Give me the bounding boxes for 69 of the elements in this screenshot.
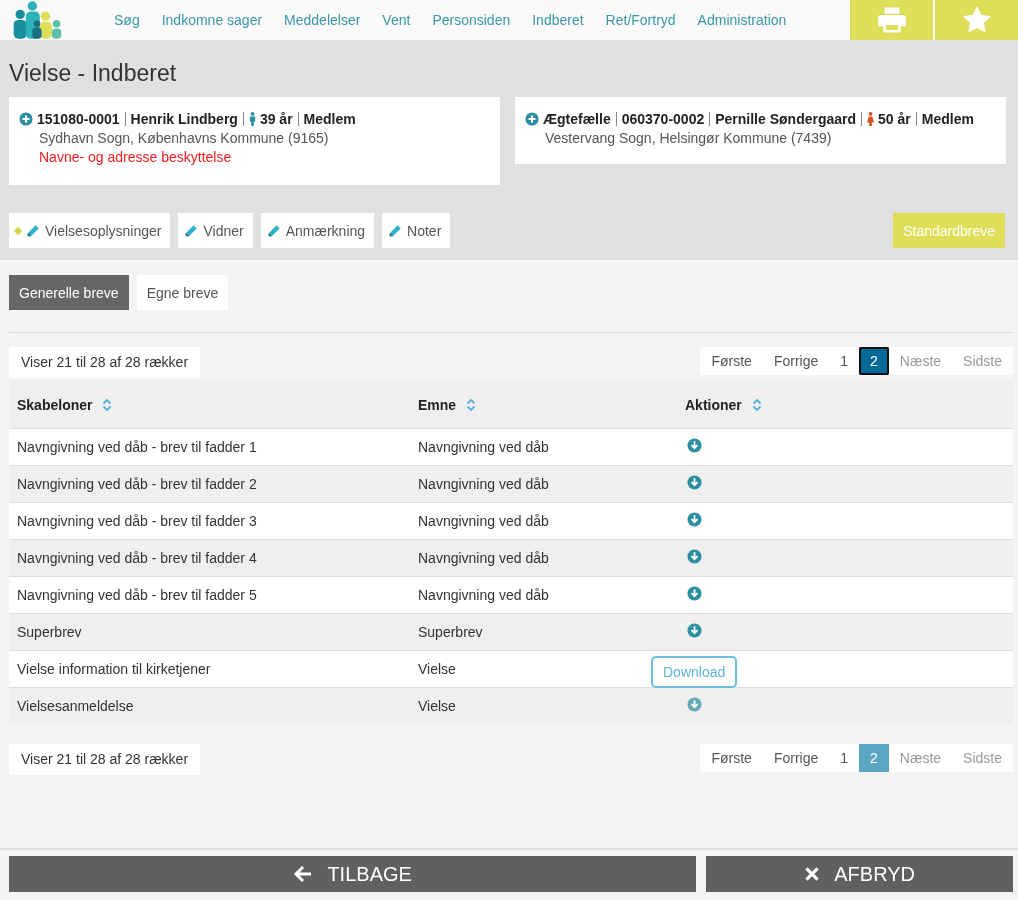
person-cpr: 151080-0001: [37, 111, 120, 127]
download-icon[interactable]: [687, 512, 702, 527]
letter-tab[interactable]: Egne breve: [136, 275, 229, 310]
table-cell: Navngivning ved dåb - brev til fadder 5: [9, 576, 410, 614]
pencil-icon: [184, 223, 199, 238]
nav-link[interactable]: Indkomne sager: [150, 12, 274, 28]
table-cell: Navngivning ved dåb: [410, 465, 677, 503]
edit-button[interactable]: Anmærkning: [260, 213, 375, 248]
person-name: Henrik Lindberg: [130, 111, 238, 127]
person-address: Vestervang Sogn, Helsingør Kommune (7439): [545, 130, 833, 146]
member-status: Medlem: [303, 111, 356, 127]
table-cell: Vielsesanmeldelse: [9, 687, 410, 724]
close-icon: [804, 866, 821, 882]
person-age: 39 år: [259, 111, 293, 127]
person-cpr: 060370-0002: [621, 111, 705, 127]
pencil-icon: [388, 223, 403, 238]
nav-link[interactable]: Administration: [686, 12, 798, 28]
rows-info: Viser 21 til 28 af 28 rækker: [9, 347, 201, 378]
table-cell: Navngivning ved dåb - brev til fadder 1: [9, 428, 410, 466]
edit-button[interactable]: Vielsesoplysninger: [9, 213, 171, 248]
letter-tab[interactable]: Generelle breve: [9, 275, 129, 310]
table-cell: Navngivning ved dåb: [410, 502, 677, 540]
column-header[interactable]: Skabeloner: [9, 381, 410, 429]
sort-icon: [102, 397, 113, 412]
expand-plus-icon[interactable]: [525, 112, 539, 126]
person-address: Sydhavn Sogn, Københavns Kommune (9165): [39, 130, 330, 146]
person-age: 50 år: [878, 111, 911, 127]
download-icon[interactable]: [687, 586, 702, 601]
nav-link[interactable]: Vent: [371, 12, 422, 28]
edit-button[interactable]: Vidner: [178, 213, 253, 248]
rows-info: Viser 21 til 28 af 28 rækker: [9, 744, 201, 775]
table-cell: Navngivning ved dåb: [410, 539, 677, 577]
table-cell: Navngivning ved dåb - brev til fadder 2: [9, 465, 410, 503]
printer-icon: [876, 5, 907, 35]
expand-plus-icon[interactable]: [19, 112, 33, 126]
nav-link[interactable]: Meddelelser: [273, 12, 372, 28]
edit-button[interactable]: Noter: [382, 213, 451, 248]
download-icon[interactable]: [687, 438, 702, 453]
back-button[interactable]: TILBAGE: [9, 856, 697, 892]
nav-link[interactable]: Ret/Fortryd: [594, 12, 687, 28]
table-cell: Superbrev: [9, 613, 410, 651]
cancel-button[interactable]: AFBRYD: [706, 856, 1013, 892]
page-link[interactable]: 2: [859, 347, 889, 375]
download-icon[interactable]: [687, 549, 702, 564]
member-status: Medlem: [921, 111, 974, 127]
arrow-left-icon: [293, 864, 314, 884]
nav-link[interactable]: Personsiden: [421, 12, 522, 28]
table-cell: Navngivning ved dåb - brev til fadder 3: [9, 502, 410, 540]
column-header[interactable]: Aktioner: [677, 381, 1013, 429]
download-tooltip: Download: [651, 656, 738, 688]
nav-link[interactable]: Indberet: [521, 12, 595, 28]
table-cell: Superbrev: [410, 613, 677, 651]
person-name: Pernille Søndergaard: [715, 111, 857, 127]
page-title: Vielse - Indberet: [9, 59, 178, 88]
pencil-icon: [26, 223, 40, 238]
table-cell: Navngivning ved dåb: [410, 576, 677, 614]
download-icon[interactable]: [687, 697, 702, 712]
download-icon[interactable]: [687, 475, 702, 490]
person-role: Ægtefælle: [543, 111, 611, 127]
table-cell: Vielse information til kirketjener: [9, 650, 410, 688]
protection-warning: Navne- og adresse beskyttelse: [39, 149, 233, 165]
download-icon[interactable]: [687, 623, 702, 638]
pencil-icon: [266, 223, 281, 238]
sort-icon: [466, 397, 477, 412]
table-cell: Navngivning ved dåb: [410, 428, 677, 466]
nav-link[interactable]: Søg: [103, 12, 151, 28]
table-cell: Navngivning ved dåb - brev til fadder 4: [9, 539, 410, 577]
sort-icon: [751, 397, 762, 412]
column-header[interactable]: Emne: [410, 381, 677, 429]
